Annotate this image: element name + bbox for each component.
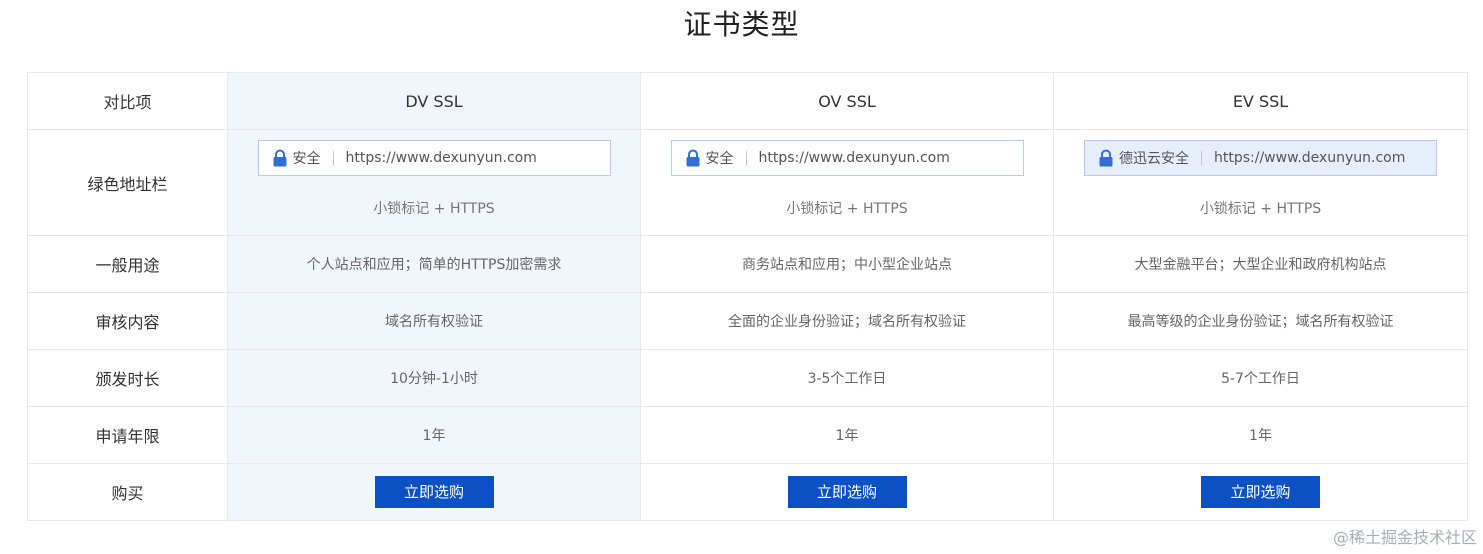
address-bar-note: 小锁标记 + HTTPS: [786, 201, 908, 217]
address-bar-cell-ov: 安全 https://www.dexunyun.com 小锁标记 + HTTPS: [640, 129, 1054, 236]
browser-address-bar: 安全 https://www.dexunyun.com: [670, 140, 1024, 176]
plan-header-ov: OV SSL: [640, 72, 1054, 130]
browser-address-bar: 德迅云安全 https://www.dexunyun.com: [1084, 140, 1437, 176]
table-cell: 全面的企业身份验证；域名所有权验证: [640, 292, 1054, 350]
buy-ov-button[interactable]: 立即选购: [787, 476, 907, 508]
table-cell: 最高等级的企业身份验证；域名所有权验证: [1053, 292, 1468, 350]
row-label: 颁发时长: [27, 349, 228, 407]
address-bar-note: 小锁标记 + HTTPS: [373, 201, 495, 217]
url-text: https://www.dexunyun.com: [345, 150, 537, 166]
lock-icon: [1098, 149, 1114, 167]
buy-cell-ev: 立即选购: [1053, 463, 1468, 521]
row-label: 购买: [27, 463, 228, 521]
row-label: 对比项: [27, 72, 228, 130]
table-row: 一般用途 个人站点和应用；简单的HTTPS加密需求 商务站点和应用；中小型企业站…: [27, 235, 1468, 293]
url-text: https://www.dexunyun.com: [758, 150, 950, 166]
plan-header-ev: EV SSL: [1053, 72, 1468, 130]
address-divider: [1201, 151, 1202, 165]
table-header-row: 对比项 DV SSL OV SSL EV SSL: [27, 72, 1468, 130]
row-label: 绿色地址栏: [27, 129, 228, 236]
lock-icon: [272, 149, 288, 167]
secure-label: 安全: [292, 151, 321, 167]
table-cell: 1年: [640, 406, 1054, 464]
table-row: 颁发时长 10分钟-1小时 3-5个工作日 5-7个工作日: [27, 349, 1468, 407]
table-cell: 个人站点和应用；简单的HTTPS加密需求: [227, 235, 641, 293]
buy-row: 购买 立即选购 立即选购 立即选购: [27, 463, 1468, 521]
address-bar-cell-ev: 德迅云安全 https://www.dexunyun.com 小锁标记 + HT…: [1053, 129, 1468, 236]
comparison-table: 对比项 DV SSL OV SSL EV SSL 绿色地址栏 安全 https:…: [27, 72, 1468, 521]
table-cell: 商务站点和应用；中小型企业站点: [640, 235, 1054, 293]
table-row: 审核内容 域名所有权验证 全面的企业身份验证；域名所有权验证 最高等级的企业身份…: [27, 292, 1468, 350]
plan-header-dv: DV SSL: [227, 72, 641, 130]
table-cell: 10分钟-1小时: [227, 349, 641, 407]
secure-label: 安全: [705, 151, 734, 167]
buy-cell-dv: 立即选购: [227, 463, 641, 521]
table-cell: 3-5个工作日: [640, 349, 1054, 407]
address-bar-note: 小锁标记 + HTTPS: [1199, 201, 1322, 217]
buy-cell-ov: 立即选购: [640, 463, 1054, 521]
row-label: 申请年限: [27, 406, 228, 464]
url-text: https://www.dexunyun.com: [1214, 150, 1406, 166]
table-cell: 5-7个工作日: [1053, 349, 1468, 407]
address-bar-cell-dv: 安全 https://www.dexunyun.com 小锁标记 + HTTPS: [227, 129, 641, 236]
table-cell: 域名所有权验证: [227, 292, 641, 350]
table-cell: 大型金融平台；大型企业和政府机构站点: [1053, 235, 1468, 293]
buy-dv-button[interactable]: 立即选购: [374, 476, 494, 508]
table-cell: 1年: [227, 406, 641, 464]
page-title: 证书类型: [683, 8, 800, 41]
lock-icon: [685, 149, 701, 167]
address-divider: [332, 151, 334, 165]
address-bar-row: 绿色地址栏 安全 https://www.dexunyun.com 小锁标记 +…: [27, 129, 1468, 236]
row-label: 一般用途: [27, 235, 228, 293]
row-label: 审核内容: [27, 292, 228, 350]
secure-label: 德迅云安全: [1119, 151, 1189, 167]
address-divider: [745, 151, 747, 165]
table-row: 申请年限 1年 1年 1年: [27, 406, 1468, 464]
browser-address-bar: 安全 https://www.dexunyun.com: [257, 140, 611, 176]
table-cell: 1年: [1053, 406, 1468, 464]
buy-ev-button[interactable]: 立即选购: [1201, 476, 1320, 508]
watermark: @稀土掘金技术社区: [1332, 528, 1477, 547]
